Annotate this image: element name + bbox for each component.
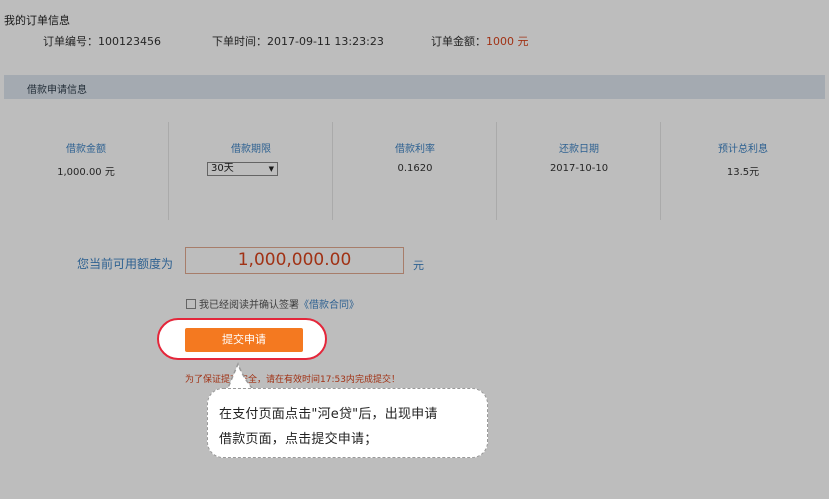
chevron-down-icon: ▼ [268, 165, 274, 173]
total-interest-label: 预计总利息 [718, 144, 768, 155]
submit-warning: 为了保证提交安全，请在有效时间17:53内完成提交！ [185, 375, 400, 385]
loan-amount-label: 借款金额 [66, 144, 106, 155]
order-number: 订单编号：100123456 [43, 35, 161, 48]
credit-limit-label: 您当前可用额度为 [77, 257, 174, 271]
total-interest-cell: 预计总利息 13.5元 [660, 122, 825, 220]
loan-section-title: 借款申请信息 [27, 85, 87, 96]
order-amount-label: 订单金额： [431, 35, 486, 48]
submit-application-button[interactable]: 提交申请 [185, 328, 303, 352]
loan-period-select[interactable]: 30天 ▼ [207, 162, 278, 176]
agreement-text: 我已经阅读并确认签署 [199, 300, 299, 311]
callout-text-line2: 借款页面，点击提交申请； [219, 432, 378, 447]
loan-details-grid: 借款金额 1,000.00 元 借款期限 30天 ▼ 借款利率 0.1620 还款… [4, 122, 825, 220]
loan-section-header [4, 75, 825, 99]
callout-text-line1: 在支付页面点击"河e贷"后，出现申请 [219, 407, 438, 422]
order-amount-value: 1000 元 [486, 35, 529, 48]
loan-contract-link[interactable]: 《借款合同》 [299, 300, 359, 311]
repay-date-cell: 还款日期 2017-10-10 [496, 122, 661, 220]
loan-amount-value: 1,000.00 元 [57, 167, 115, 178]
order-amount: 订单金额：1000 元 [431, 33, 529, 49]
credit-limit-unit: 元 [413, 259, 424, 272]
credit-limit-value: 1,000,000.00 [185, 247, 404, 274]
order-time: 下单时间：2017-09-11 13:23:23 [212, 35, 384, 48]
instruction-callout: 在支付页面点击"河e贷"后，出现申请 借款页面，点击提交申请； [207, 388, 488, 458]
repay-date-label: 还款日期 [559, 144, 599, 155]
agreement-row: 我已经阅读并确认签署《借款合同》 [186, 296, 359, 311]
loan-period-cell: 借款期限 30天 ▼ [168, 122, 333, 220]
loan-rate-label: 借款利率 [395, 144, 435, 155]
loan-period-label: 借款期限 [231, 144, 271, 155]
order-info-title: 我的订单信息 [4, 14, 70, 27]
loan-period-selected: 30天 [211, 163, 234, 174]
repay-date-value: 2017-10-10 [549, 163, 609, 174]
loan-rate-value: 0.1620 [397, 163, 433, 174]
agreement-checkbox[interactable] [186, 299, 196, 309]
total-interest-value: 13.5元 [726, 167, 760, 178]
submit-highlight: 提交申请 [157, 318, 327, 360]
loan-rate-cell: 借款利率 0.1620 [332, 122, 497, 220]
loan-amount-cell: 借款金额 1,000.00 元 [4, 122, 168, 220]
